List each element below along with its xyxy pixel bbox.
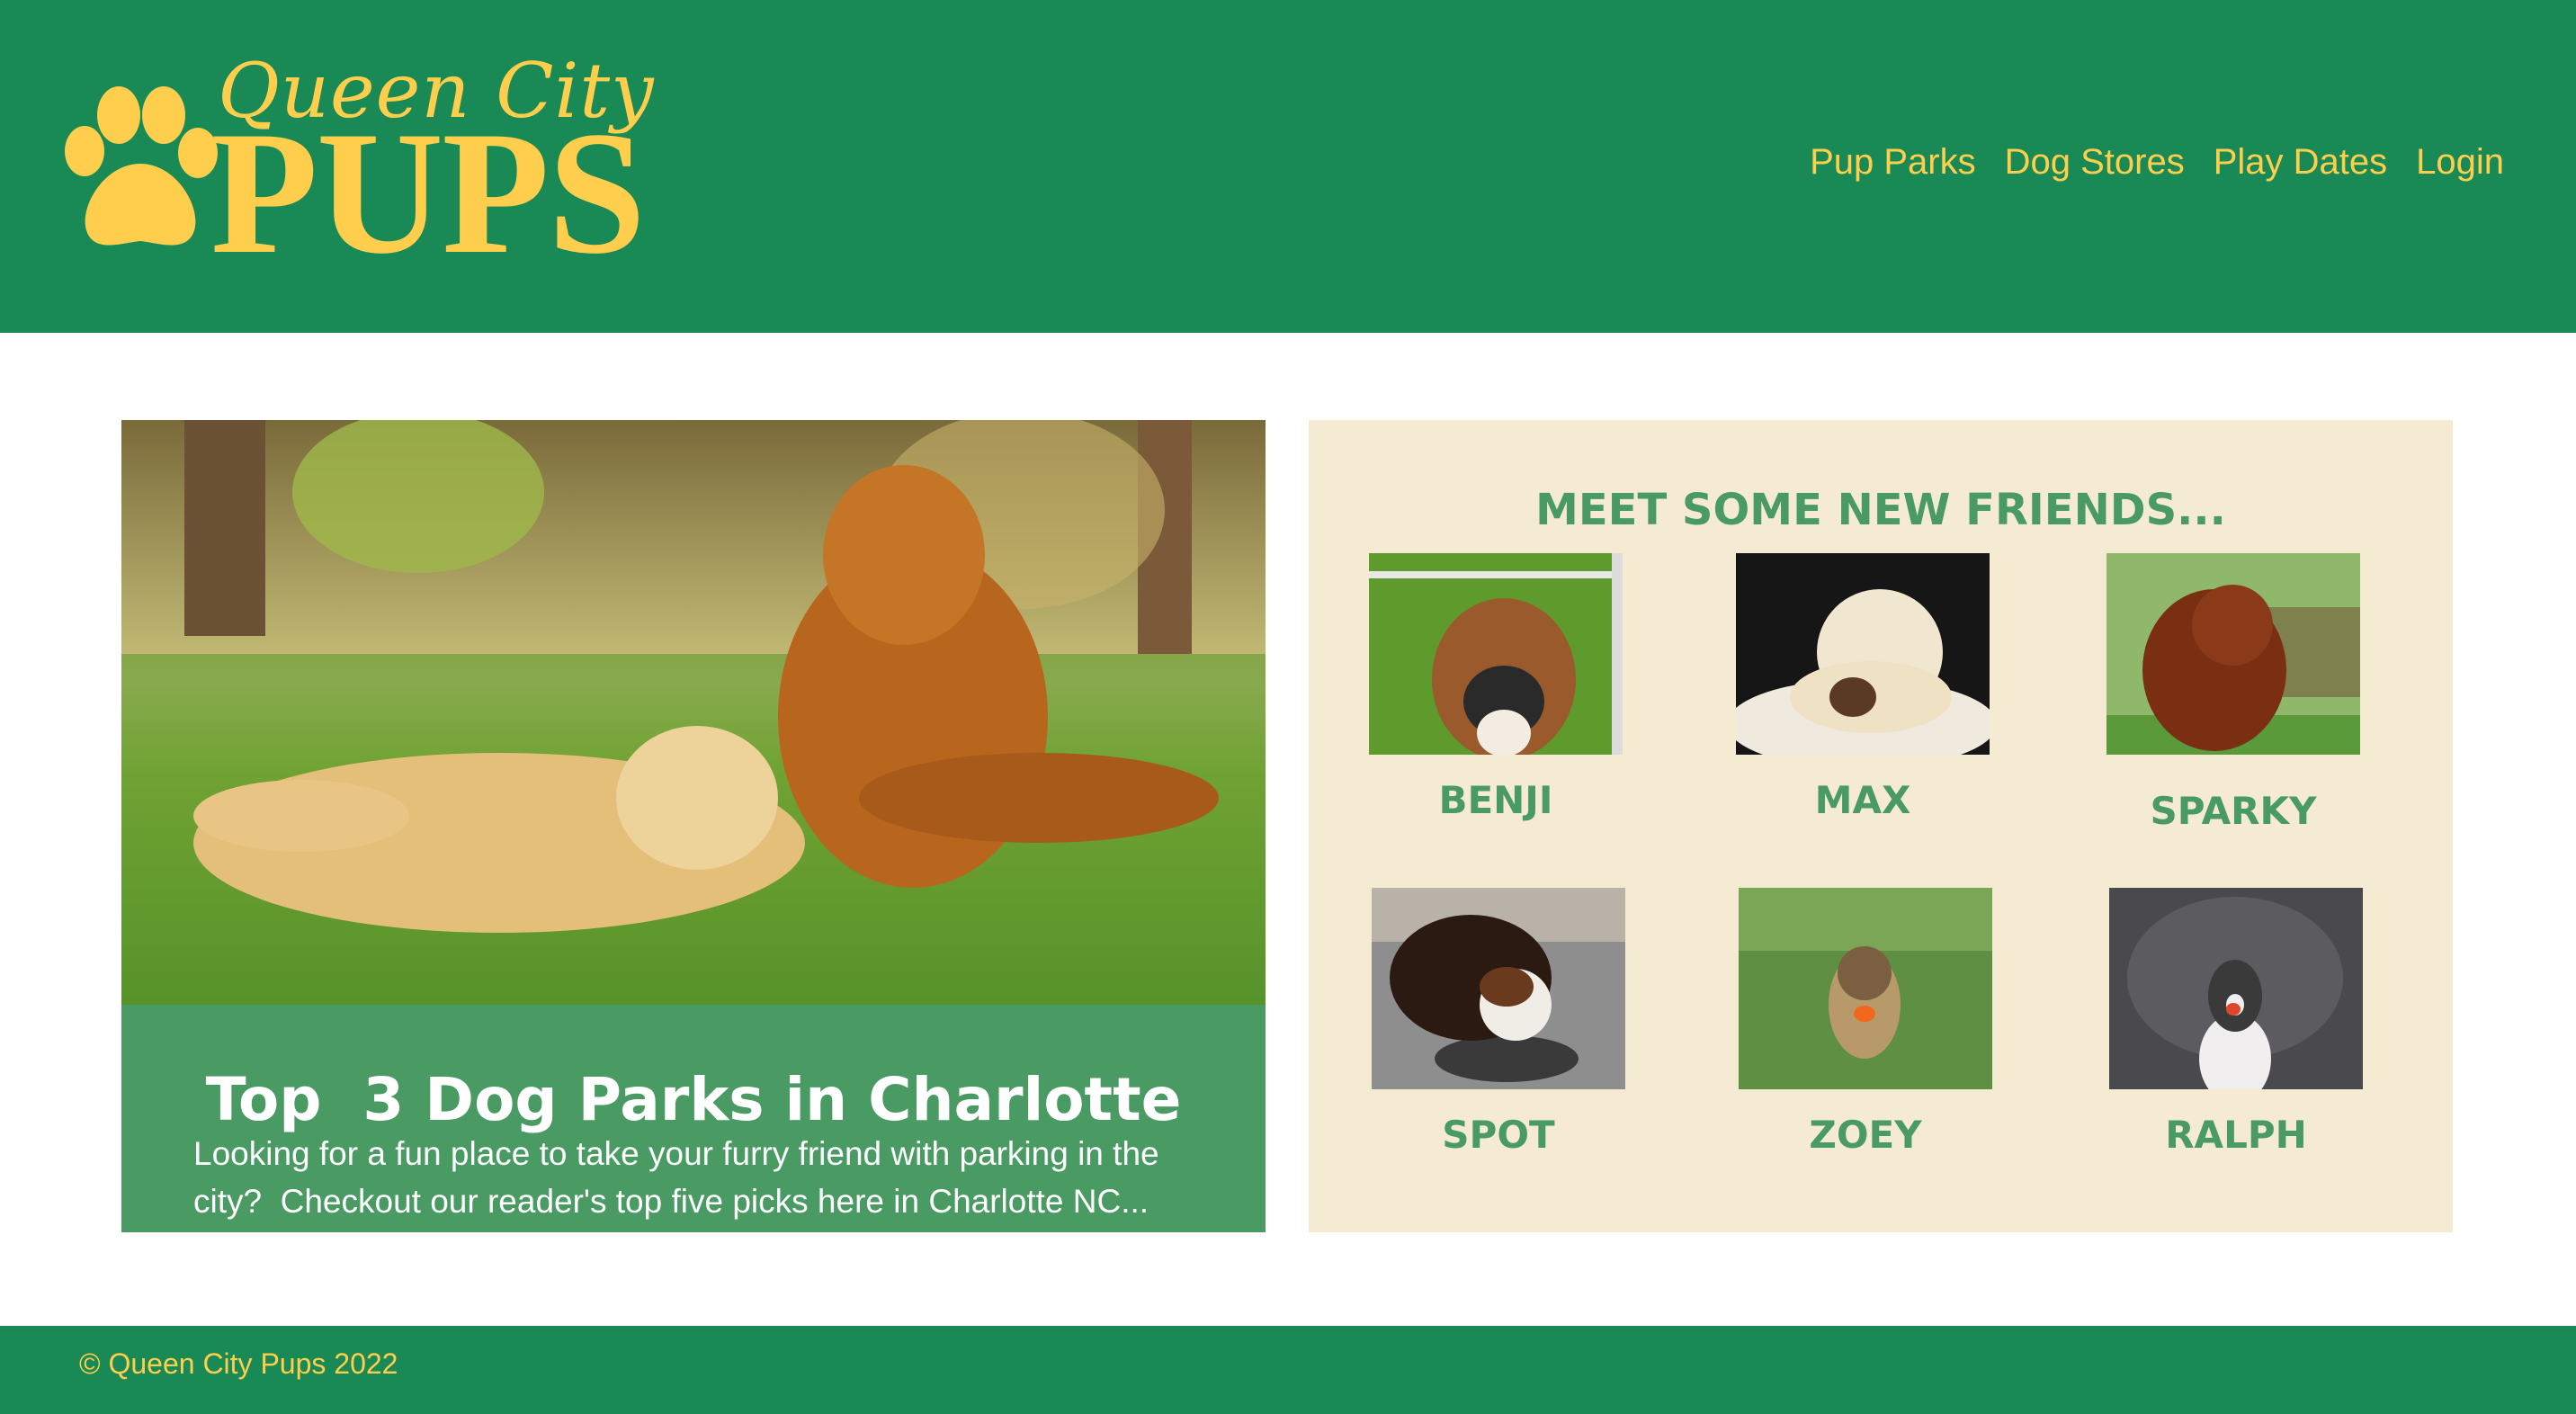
main-nav: Pup Parks Dog Stores Play Dates Login (1810, 142, 2504, 183)
paw-icon (65, 86, 218, 246)
nav-link-login[interactable]: Login (2416, 142, 2504, 183)
friend-photo-max (1736, 553, 1990, 755)
site-header: Queen City PUPS Pup Parks Dog Stores Pla… (0, 0, 2576, 333)
nav-link-pup-parks[interactable]: Pup Parks (1810, 142, 1976, 183)
friend-photo-benji (1369, 553, 1623, 755)
copyright-text: © Queen City Pups 2022 (79, 1347, 398, 1380)
friend-name-spot: SPOT (1442, 1113, 1555, 1157)
friend-photo-ralph (2109, 888, 2363, 1089)
featured-article-title[interactable]: Top 3 Dog Parks in Charlotte (121, 1065, 1266, 1134)
friend-card-max[interactable]: MAX (1736, 553, 2006, 822)
friend-name-benji: BENJI (1438, 778, 1553, 822)
logo-wordmark: PUPS (210, 95, 646, 291)
site-footer: © Queen City Pups 2022 (0, 1326, 2576, 1414)
friend-card-ralph[interactable]: RALPH (2109, 888, 2379, 1157)
featured-article-summary: Looking for a fun place to take your fur… (193, 1135, 1168, 1220)
new-friends-panel: MEET SOME NEW FRIENDS... BENJI MAX SPARK… (1309, 420, 2453, 1232)
friend-name-ralph: RALPH (2165, 1113, 2307, 1157)
friend-card-zoey[interactable]: ZOEY (1739, 888, 2008, 1157)
friend-photo-sparky (2106, 553, 2360, 755)
friend-card-sparky[interactable]: SPARKY (2106, 553, 2376, 833)
featured-article-card[interactable]: Top 3 Dog Parks in Charlotte Looking for… (121, 420, 1266, 1232)
friend-card-benji[interactable]: BENJI (1369, 553, 1639, 822)
nav-link-dog-stores[interactable]: Dog Stores (2005, 142, 2185, 183)
site-logo[interactable]: Queen City PUPS (59, 47, 654, 282)
friend-photo-spot (1372, 888, 1625, 1089)
friend-name-zoey: ZOEY (1809, 1113, 1922, 1157)
friend-card-spot[interactable]: SPOT (1372, 888, 1641, 1157)
new-friends-heading: MEET SOME NEW FRIENDS... (1535, 484, 2226, 535)
friend-name-max: MAX (1814, 778, 1911, 822)
friend-name-sparky: SPARKY (2150, 789, 2317, 833)
nav-link-play-dates[interactable]: Play Dates (2214, 142, 2387, 183)
friend-photo-zoey (1739, 888, 1992, 1089)
featured-dogs-photo (121, 420, 1266, 1005)
